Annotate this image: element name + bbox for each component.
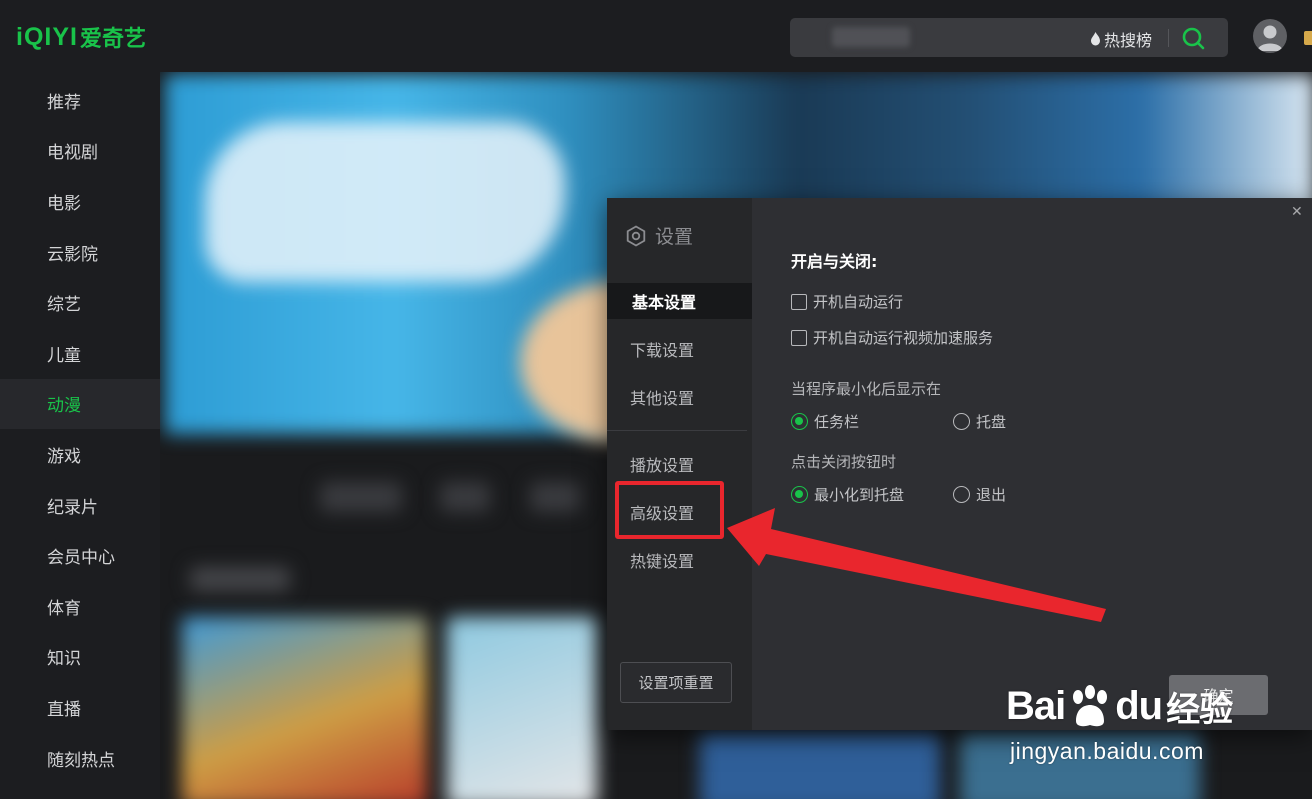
menu-basic-settings[interactable]: 基本设置 bbox=[607, 283, 752, 319]
banner-cloud-shape bbox=[205, 122, 565, 282]
radio-label: 最小化到托盘 bbox=[814, 486, 905, 504]
watermark-url: jingyan.baidu.com bbox=[1010, 738, 1204, 764]
nav-item-recommend[interactable]: 推荐 bbox=[0, 75, 160, 126]
filter-tag[interactable] bbox=[530, 482, 580, 512]
logo-cn: 爱奇艺 bbox=[79, 27, 146, 52]
sidebar: iQIYI 爱奇艺 推荐 电视剧 电影 云影院 综艺 儿童 动漫 游戏 纪录片 … bbox=[0, 0, 160, 799]
checkbox-label: 开机自动运行视频加速服务 bbox=[813, 329, 994, 347]
radio-button[interactable] bbox=[953, 413, 970, 430]
menu-other-settings[interactable]: 其他设置 bbox=[607, 379, 752, 415]
video-card[interactable] bbox=[700, 732, 940, 799]
filter-tag[interactable] bbox=[440, 482, 490, 512]
nav-item-movies[interactable]: 电影 bbox=[0, 176, 160, 227]
iqiyi-logo[interactable]: iQIYI 爱奇艺 bbox=[16, 20, 146, 54]
close-group-label: 点击关闭按钮时 bbox=[791, 453, 897, 471]
top-bar: 热搜榜 bbox=[160, 0, 1312, 72]
section-title: 开启与关闭: bbox=[791, 252, 878, 271]
minimize-group-label: 当程序最小化后显示在 bbox=[791, 380, 942, 398]
watermark-brand-b: du bbox=[1115, 684, 1163, 728]
nav-item-sports[interactable]: 体育 bbox=[0, 581, 160, 632]
nav-list: 推荐 电视剧 电影 云影院 综艺 儿童 动漫 游戏 纪录片 会员中心 体育 知识… bbox=[0, 75, 160, 783]
annotation-highlight-box bbox=[615, 481, 724, 539]
radio-minimize-to-tray[interactable]: 最小化到托盘 bbox=[791, 484, 904, 505]
close-icon[interactable]: ✕ bbox=[1291, 204, 1307, 220]
search-placeholder-blurred bbox=[832, 27, 910, 47]
search-box[interactable]: 热搜榜 bbox=[790, 18, 1228, 57]
watermark-brand: Bai du 经验 bbox=[1006, 682, 1233, 731]
nav-item-hot-topics[interactable]: 随刻热点 bbox=[0, 733, 160, 784]
nav-item-documentary[interactable]: 纪录片 bbox=[0, 480, 160, 531]
avatar[interactable] bbox=[1253, 19, 1287, 53]
menu-hotkey-settings[interactable]: 热键设置 bbox=[607, 542, 752, 578]
radio-label: 托盘 bbox=[976, 413, 1007, 431]
watermark-brand-a: Bai bbox=[1006, 684, 1066, 728]
checkbox[interactable] bbox=[791, 293, 807, 310]
logo-en: iQIYI bbox=[16, 22, 78, 51]
flame-icon bbox=[1091, 32, 1100, 46]
radio-button[interactable] bbox=[953, 486, 970, 503]
accel-service-checkbox-row[interactable]: 开机自动运行视频加速服务 bbox=[791, 327, 993, 348]
hot-search-link[interactable]: 热搜榜 bbox=[1090, 27, 1152, 51]
user-icon bbox=[1257, 25, 1283, 51]
filter-tag[interactable] bbox=[320, 482, 402, 512]
radio-exit[interactable]: 退出 bbox=[953, 484, 1006, 505]
menu-download-settings[interactable]: 下载设置 bbox=[607, 331, 752, 367]
hot-search-label: 热搜榜 bbox=[1104, 31, 1153, 50]
menu-playback-settings[interactable]: 播放设置 bbox=[607, 446, 752, 482]
nav-item-variety[interactable]: 综艺 bbox=[0, 277, 160, 328]
search-divider bbox=[1168, 29, 1169, 47]
radio-button[interactable] bbox=[791, 486, 808, 503]
settings-menu: 设置 基本设置 下载设置 其他设置 播放设置 高级设置 热键设置 设置项重置 bbox=[607, 198, 752, 730]
settings-title: 设置 bbox=[625, 222, 693, 249]
nav-item-live[interactable]: 直播 bbox=[0, 682, 160, 733]
nav-item-games[interactable]: 游戏 bbox=[0, 429, 160, 480]
radio-taskbar[interactable]: 任务栏 bbox=[791, 411, 859, 432]
checkbox[interactable] bbox=[791, 329, 807, 346]
video-card[interactable] bbox=[182, 617, 427, 799]
nav-item-anime[interactable]: 动漫 bbox=[0, 378, 160, 430]
autostart-checkbox-row[interactable]: 开机自动运行 bbox=[791, 291, 903, 312]
radio-label: 退出 bbox=[976, 486, 1007, 504]
settings-dialog: 设置 基本设置 下载设置 其他设置 播放设置 高级设置 热键设置 设置项重置 ✕… bbox=[607, 198, 1312, 730]
menu-divider bbox=[607, 430, 747, 431]
radio-label: 任务栏 bbox=[814, 413, 860, 431]
nav-item-cloud-cinema[interactable]: 云影院 bbox=[0, 227, 160, 278]
baidu-jingyan-watermark: Bai du 经验 jingyan.baidu.com bbox=[1006, 660, 1306, 770]
checkbox-label: 开机自动运行 bbox=[813, 293, 904, 311]
gear-icon bbox=[626, 224, 646, 247]
watermark-brand-cn: 经验 bbox=[1166, 690, 1233, 730]
nav-item-vip-center[interactable]: 会员中心 bbox=[0, 530, 160, 581]
section-heading bbox=[190, 567, 290, 591]
nav-item-tv-series[interactable]: 电视剧 bbox=[0, 126, 160, 177]
radio-button[interactable] bbox=[791, 413, 808, 430]
nav-item-knowledge[interactable]: 知识 bbox=[0, 632, 160, 683]
paw-icon bbox=[1073, 684, 1108, 726]
settings-title-text: 设置 bbox=[655, 226, 694, 248]
radio-tray[interactable]: 托盘 bbox=[953, 411, 1006, 432]
vip-crown-icon[interactable] bbox=[1304, 31, 1312, 45]
reset-settings-button[interactable]: 设置项重置 bbox=[620, 662, 732, 703]
video-card[interactable] bbox=[447, 617, 597, 799]
nav-item-kids[interactable]: 儿童 bbox=[0, 328, 160, 379]
search-icon[interactable] bbox=[1180, 25, 1206, 51]
